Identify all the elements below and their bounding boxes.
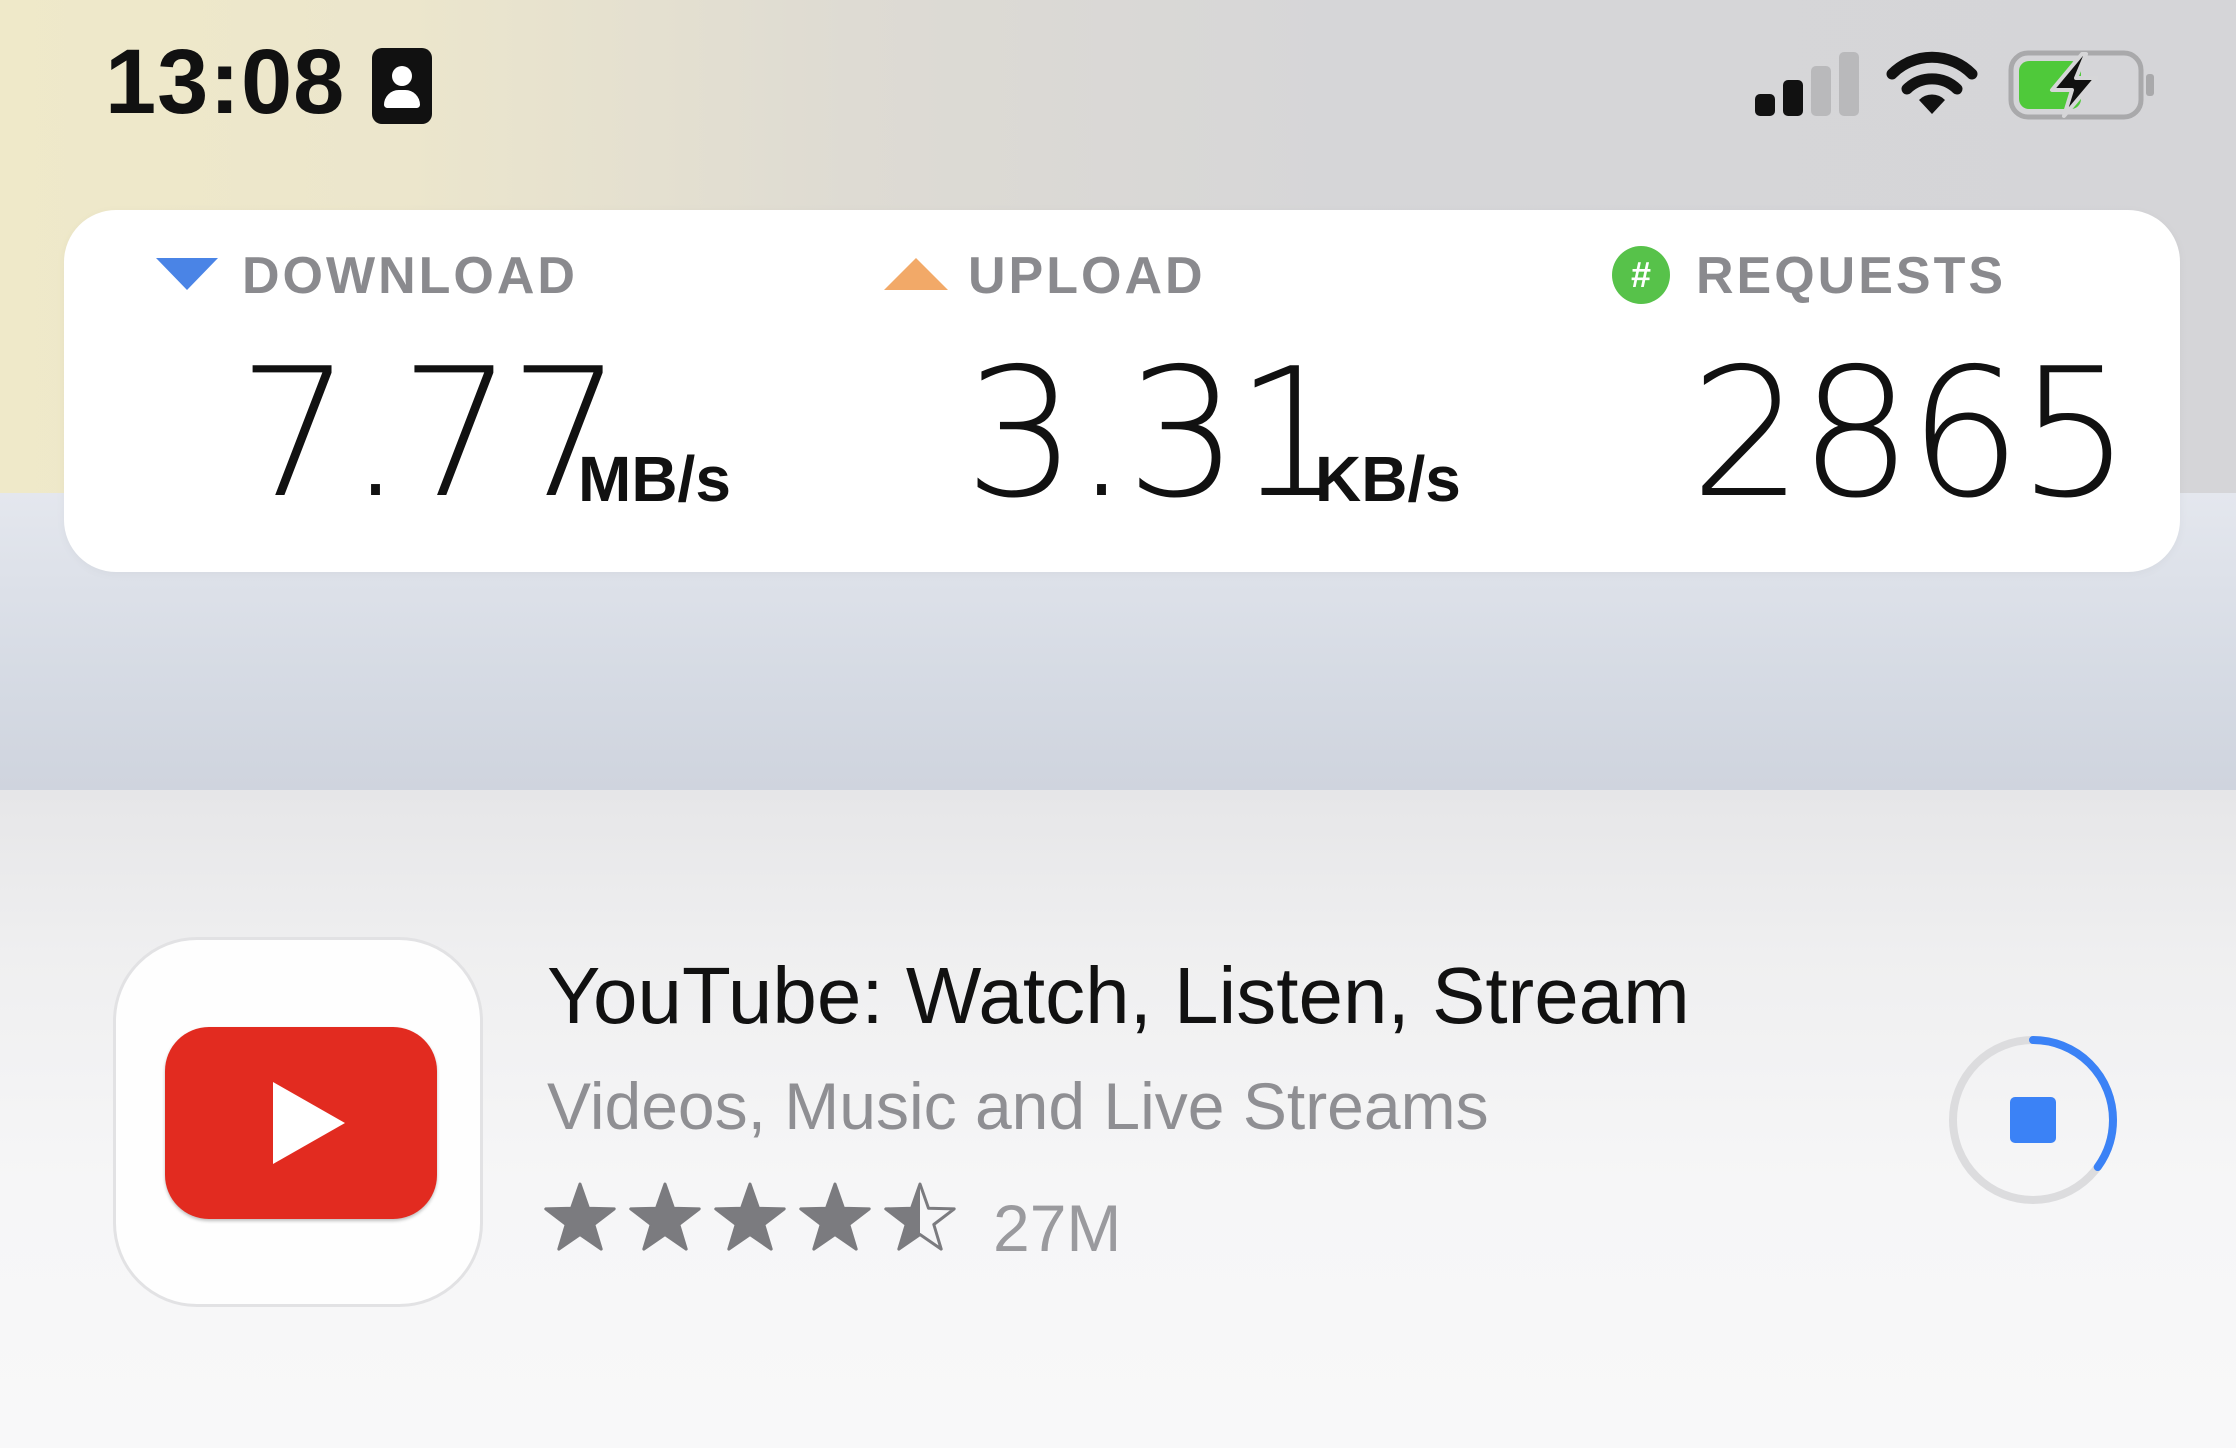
stop-icon <box>2010 1097 2056 1143</box>
app-icon[interactable] <box>113 937 483 1307</box>
battery-charging-icon <box>2008 50 2154 120</box>
upload-label: UPLOAD <box>968 247 1206 305</box>
contact-card-icon <box>372 48 432 124</box>
star-icon <box>884 1182 956 1251</box>
star-icon <box>544 1182 616 1251</box>
triangle-up-icon <box>884 258 948 290</box>
star-icon <box>629 1182 701 1251</box>
rating-count: 27M <box>993 1191 1122 1265</box>
download-value: 7.77 <box>238 330 622 537</box>
requests-value: 2865 <box>1690 330 2131 537</box>
triangle-down-icon <box>156 258 218 290</box>
upload-unit: KB/s <box>1315 443 1461 515</box>
app-subtitle: Videos, Music and Live Streams <box>547 1069 1489 1143</box>
requests-label: REQUESTS <box>1696 247 2007 305</box>
download-progress-button[interactable] <box>1945 1032 2121 1208</box>
status-time: 13:08 <box>105 31 346 133</box>
star-icon <box>714 1182 786 1251</box>
star-icon <box>799 1182 871 1251</box>
download-label: DOWNLOAD <box>242 247 578 305</box>
app-title[interactable]: YouTube: Watch, Listen, Stream <box>547 950 1690 1042</box>
screen: 13:08 DOWNLOAD 7.77 MB/s UPLOAD 3.31 KB/… <box>0 0 2236 1448</box>
network-stats-card: DOWNLOAD 7.77 MB/s UPLOAD 3.31 KB/s # RE… <box>64 210 2180 572</box>
wifi-icon <box>1886 51 1978 114</box>
download-unit: MB/s <box>578 443 731 515</box>
upload-value: 3.31 <box>964 330 1348 537</box>
play-icon <box>273 1082 345 1164</box>
hash-icon: # <box>1612 246 1670 304</box>
youtube-logo-icon <box>165 1027 437 1219</box>
star-rating <box>544 1182 956 1251</box>
cellular-signal-icon <box>1755 52 1859 116</box>
